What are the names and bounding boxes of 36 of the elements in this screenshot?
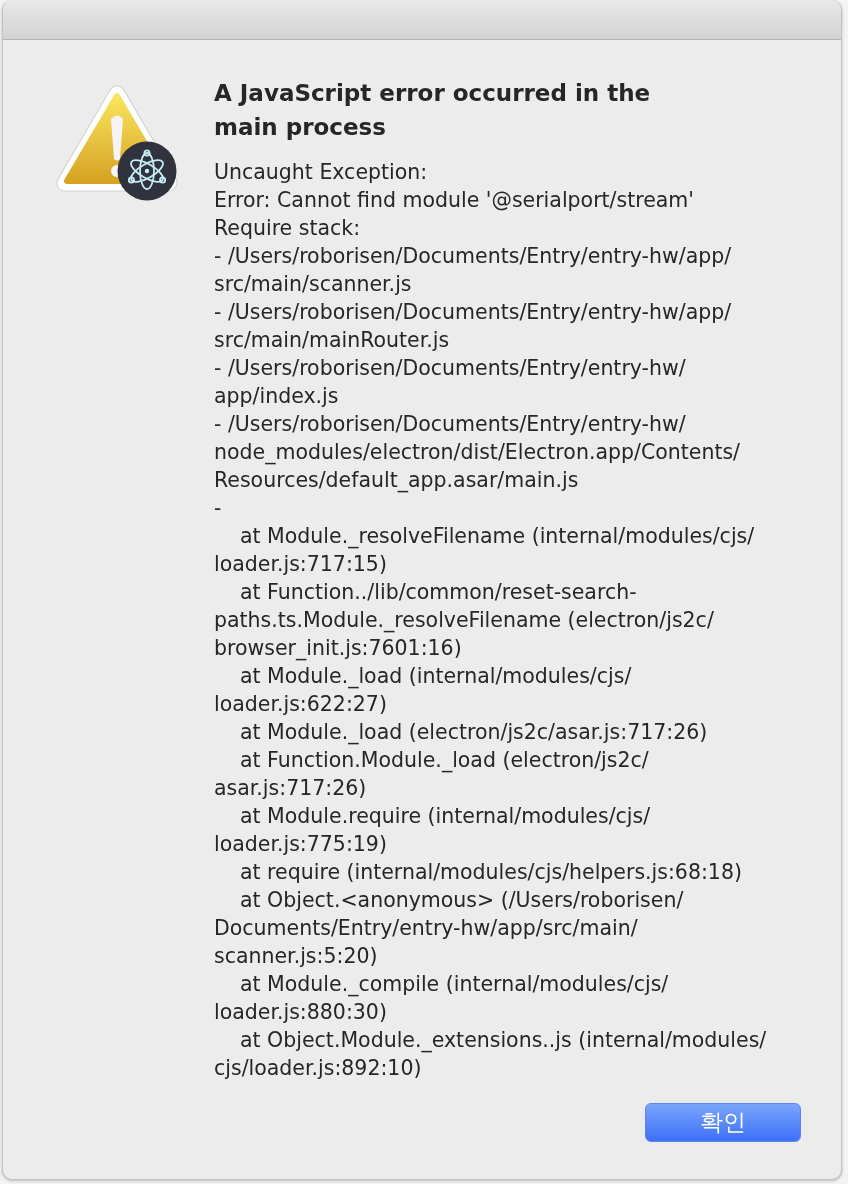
message-line: loader.js:717:15) [214,551,387,578]
message-line: at Module._resolveFilename (internal/modules/cjs/ [239,523,755,550]
message-line: loader.js:880:30) [214,999,387,1026]
message-line: at Module._load (internal/modules/cjs/ [239,663,632,690]
message-line: Resources/default_app.asar/main.js [214,467,579,494]
message-line: Documents/Entry/entry-hw/app/src/main/ [214,915,638,942]
message-line: at Object.Module._extensions..js (internal/modules/ [239,1027,767,1054]
message-line: - /Users/roborisen/Documents/Entry/entry-hw/ [214,411,686,438]
message-line: at require (internal/modules/cjs/helpers.js:68:18) [239,859,742,886]
message-line: app/index.js [214,383,339,410]
message-line: at Object.<anonymous> (/Users/roborisen/ [239,887,684,914]
message-line: paths.ts.Module._resolveFilename (electron/js2c/ [214,607,714,634]
message-line: - [214,495,222,522]
atom-badge-icon [117,141,177,201]
message-line: at Module._load (electron/js2c/asar.js:717:26) [239,719,708,746]
message-line: loader.js:775:19) [214,831,387,858]
message-line: src/main/scanner.js [214,271,412,298]
message-line: Uncaught Exception: [214,159,428,186]
message-line: at Module._compile (internal/modules/cjs/ [239,971,669,998]
message-line: at Module.require (internal/modules/cjs/ [239,803,651,830]
message-line: - /Users/roborisen/Documents/Entry/entry-hw/ [214,355,686,382]
message-line: browser_init.js:7601:16) [214,635,462,662]
message-line: Require stack: [214,215,361,242]
message-line: cjs/loader.js:892:10) [214,1055,422,1082]
message-line: src/main/mainRouter.js [214,327,450,354]
message-line: - /Users/roborisen/Documents/Entry/entry-hw/app/ [214,299,732,326]
message-line: Error: Cannot find module '@serialport/stream' [214,187,694,214]
dialog-title: A JavaScript error occurred in the main process [214,79,652,142]
message-line: loader.js:622:27) [214,691,387,718]
message-line: asar.js:717:26) [214,775,367,802]
message-line: scanner.js:5:20) [214,943,378,970]
message-line: at Function.Module._load (electron/js2c/ [239,747,649,774]
message-line: at Function../lib/common/reset-search- [239,579,637,606]
ok-button[interactable]: 확인 [645,1103,801,1142]
message-line: node_modules/electron/dist/Electron.app/Contents/ [214,439,740,466]
message-line: - /Users/roborisen/Documents/Entry/entry-hw/app/ [214,243,732,270]
